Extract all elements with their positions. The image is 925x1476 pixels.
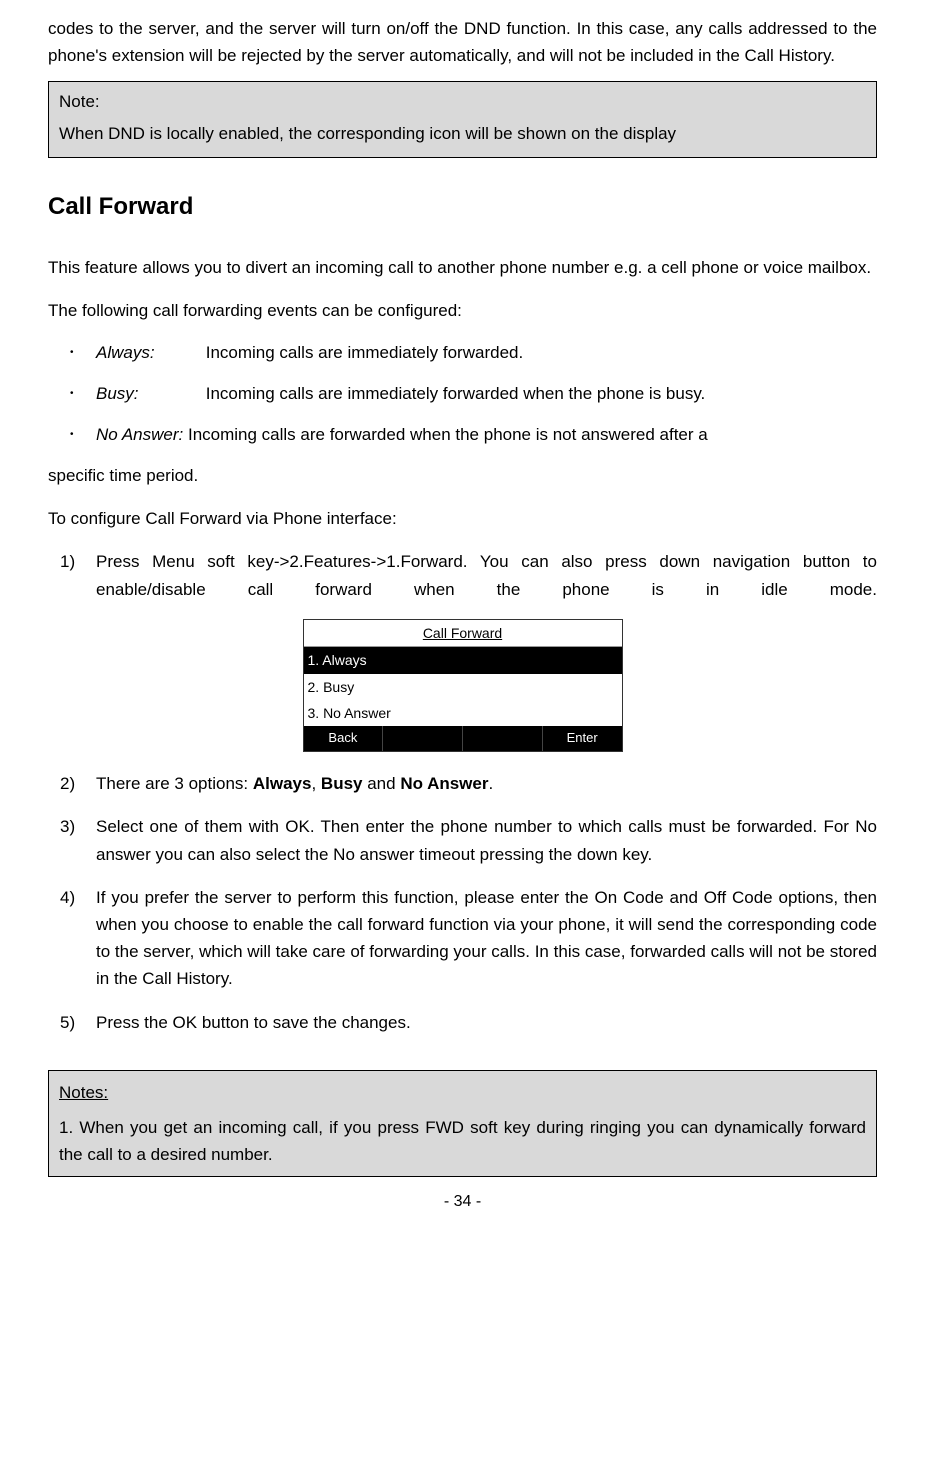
item-label: Always: [96, 339, 201, 366]
step-5: Press the OK button to save the changes. [48, 1009, 877, 1036]
note-label: Note: [59, 88, 866, 115]
phone-screen-title: Call Forward [304, 620, 622, 647]
procedure-list-continued: There are 3 options: Always, Busy and No… [48, 770, 877, 1036]
list-item: Always: Incoming calls are immediately f… [48, 339, 877, 366]
note-1: 1. When you get an incoming call, if you… [59, 1114, 866, 1168]
item-desc: Incoming calls are forwarded when the ph… [188, 425, 708, 444]
notes-box: Notes: 1. When you get an incoming call,… [48, 1070, 877, 1178]
phone-screenshot: Call Forward 1. Always 2. Busy 3. No Ans… [48, 619, 877, 752]
section-heading: Call Forward [48, 188, 877, 226]
item-desc: Incoming calls are immediately forwarded… [206, 384, 706, 403]
note-text: When DND is locally enabled, the corresp… [59, 120, 866, 147]
forwarding-types-list: Always: Incoming calls are immediately f… [48, 339, 877, 449]
step-1: Press Menu soft key->2.Features->1.Forwa… [48, 548, 877, 602]
config-intro: The following call forwarding events can… [48, 297, 877, 324]
step-2-post: . [488, 774, 493, 793]
phone-back-button: Back [304, 726, 384, 751]
step-2-opt-noanswer: No Answer [400, 774, 488, 793]
step-2: There are 3 options: Always, Busy and No… [48, 770, 877, 797]
intro-text: This feature allows you to divert an inc… [48, 254, 877, 281]
continuation-text: codes to the server, and the server will… [48, 15, 877, 69]
step-2-opt-busy: Busy [321, 774, 363, 793]
phone-screen: Call Forward 1. Always 2. Busy 3. No Ans… [303, 619, 623, 752]
phone-enter-button: Enter [543, 726, 622, 751]
step-3: Select one of them with OK. Then enter t… [48, 813, 877, 867]
phone-row-busy: 2. Busy [304, 674, 622, 700]
procedure-list: Press Menu soft key->2.Features->1.Forwa… [48, 548, 877, 602]
phone-spacer [383, 726, 463, 751]
list-item: Busy: Incoming calls are immediately for… [48, 380, 877, 407]
page-number: - 34 - [48, 1189, 877, 1215]
procedure-intro: To configure Call Forward via Phone inte… [48, 505, 877, 532]
phone-footer: Back Enter [304, 726, 622, 751]
after-list-text: specific time period. [48, 462, 877, 489]
phone-row-noanswer: 3. No Answer [304, 700, 622, 726]
item-desc: Incoming calls are immediately forwarded… [206, 343, 523, 362]
item-label: No Answer: [96, 421, 183, 448]
phone-row-always: 1. Always [304, 647, 622, 673]
step-4: If you prefer the server to perform this… [48, 884, 877, 993]
notes-title: Notes: [59, 1079, 866, 1106]
step-2-opt-always: Always [253, 774, 312, 793]
step-2-pre: There are 3 options: [96, 774, 253, 793]
step-2-sep: , [311, 774, 320, 793]
phone-spacer [463, 726, 543, 751]
list-item: No Answer: Incoming calls are forwarded … [48, 421, 877, 448]
step-2-sep: and [363, 774, 401, 793]
item-label: Busy: [96, 380, 201, 407]
note-box: Note: When DND is locally enabled, the c… [48, 81, 877, 157]
